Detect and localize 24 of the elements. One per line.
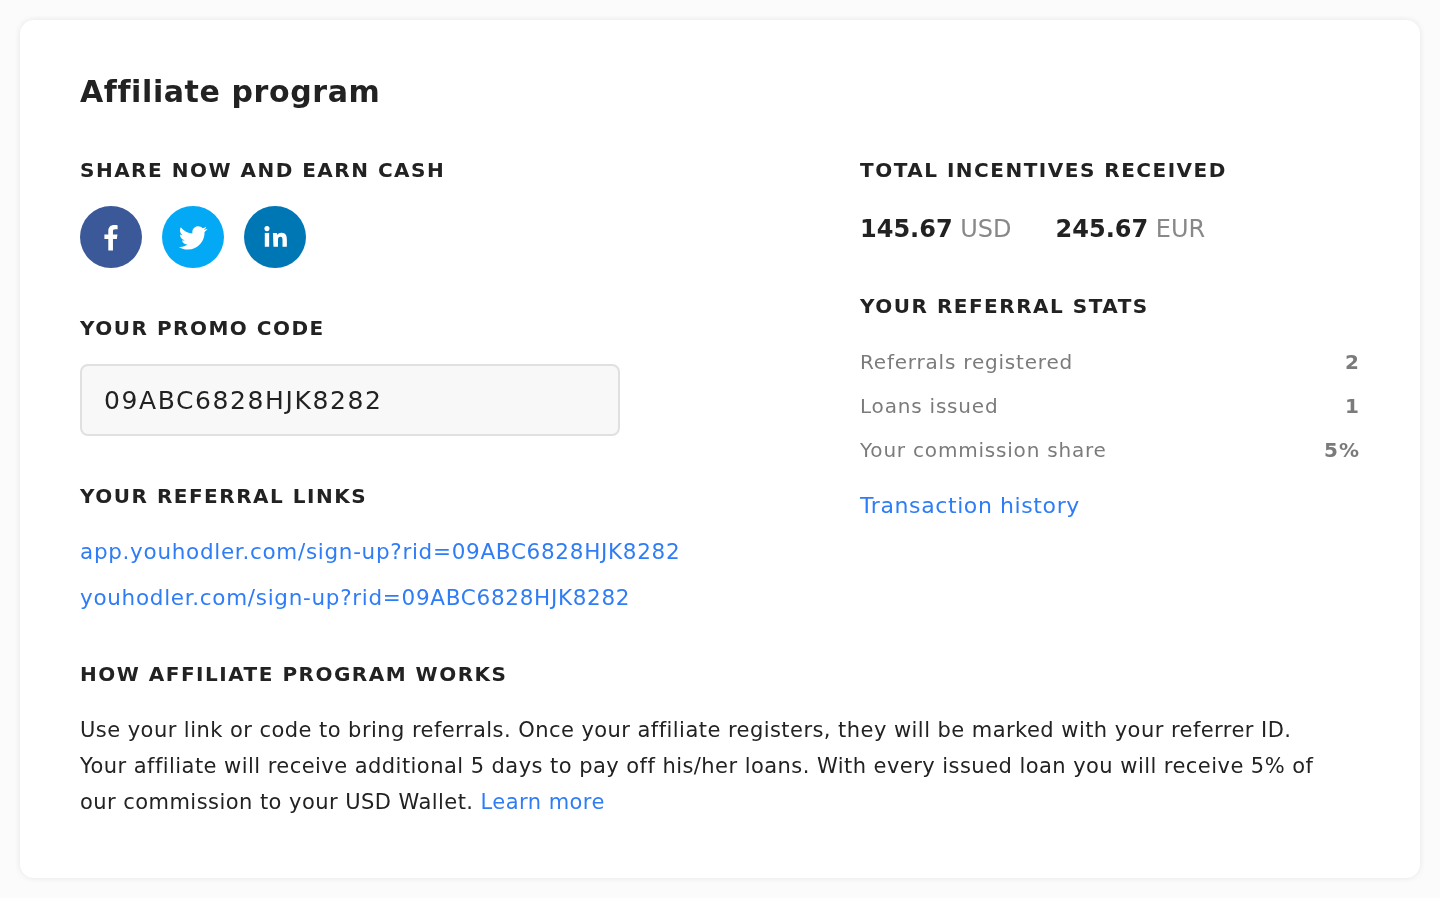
page-title: Affiliate program	[80, 73, 381, 111]
referral-link[interactable]: app.youhodler.com/sign-up?rid=09ABC6828HJK8282	[80, 537, 681, 567]
description-text: Use your link or code to bring referrals. Once your affiliate registers, they will be marked with your referrer ID. Your affiliate will receive additional 5 days to pay off his/her loans. With every issued loan you will receive 5% of our commission to your USD Wallet. Learn more	[80, 717, 1314, 816]
referral-link[interactable]: youhodler.com/sign-up?rid=09ABC6828HJK8282	[80, 583, 631, 613]
section-heading: YOUR PROMO CODE	[80, 316, 325, 340]
section-heading: SHARE NOW AND EARN CASH	[80, 158, 446, 182]
section-heading: YOUR REFERRAL STATS	[860, 294, 1149, 318]
linkedin-icon[interactable]	[244, 206, 306, 268]
stat-label: Loans issued	[860, 394, 999, 418]
incentive-amount: 245.67 EUR	[1055, 214, 1206, 245]
incentive-amount: 145.67 USD	[860, 214, 1012, 245]
stat-value: 1	[1345, 394, 1360, 418]
transaction-history-link[interactable]: Transaction history	[860, 491, 1080, 521]
twitter-icon[interactable]	[162, 206, 224, 268]
stat-label: Your commission share	[860, 438, 1107, 462]
promo-code-field[interactable]: 09ABC6828HJK8282	[80, 364, 620, 436]
stat-value: 5%	[1324, 438, 1360, 462]
stat-label: Referrals registered	[860, 350, 1074, 374]
facebook-icon[interactable]	[80, 206, 142, 268]
learn-more-link[interactable]: Learn more	[480, 790, 605, 814]
section-heading: YOUR REFERRAL LINKS	[80, 484, 368, 508]
section-heading: HOW AFFILIATE PROGRAM WORKS	[80, 662, 508, 686]
stat-value: 2	[1345, 350, 1360, 374]
section-heading: TOTAL INCENTIVES RECEIVED	[860, 158, 1227, 182]
